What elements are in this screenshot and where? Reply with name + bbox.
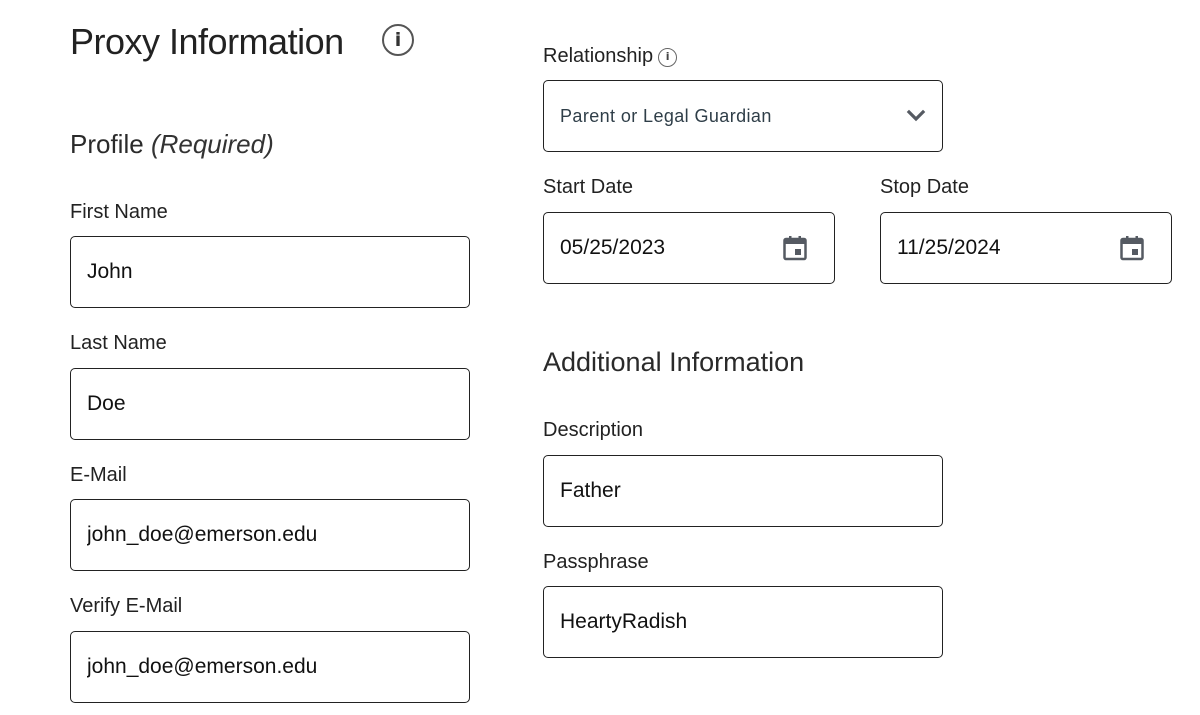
info-icon[interactable]: i <box>382 24 414 56</box>
last-name-input[interactable] <box>71 369 469 439</box>
description-field[interactable] <box>543 455 943 527</box>
passphrase-input[interactable] <box>544 587 942 657</box>
verify-email-field[interactable] <box>70 631 470 703</box>
page-title: Proxy Information <box>70 21 344 62</box>
relationship-label-row: Relationship i <box>543 43 678 69</box>
profile-section-title: Profile (Required) <box>70 127 274 161</box>
passphrase-field[interactable] <box>543 586 943 658</box>
relationship-select[interactable]: Parent or Legal Guardian <box>543 80 943 152</box>
stop-date-label: Stop Date <box>880 176 969 198</box>
first-name-input[interactable] <box>71 237 469 307</box>
email-field[interactable] <box>70 499 470 571</box>
calendar-icon[interactable] <box>1119 235 1145 261</box>
additional-info-title: Additional Information <box>543 347 805 377</box>
chevron-down-icon[interactable] <box>906 109 926 123</box>
first-name-field[interactable] <box>70 236 470 308</box>
email-label: E-Mail <box>70 464 127 486</box>
stop-date-field[interactable] <box>880 212 1172 284</box>
start-date-field[interactable] <box>543 212 835 284</box>
relationship-label: Relationship <box>543 45 654 67</box>
profile-title: Profile <box>70 129 144 159</box>
description-label: Description <box>543 419 644 441</box>
info-icon[interactable]: i <box>658 48 678 67</box>
verify-email-input[interactable] <box>71 632 469 702</box>
last-name-label: Last Name <box>70 332 167 354</box>
first-name-label: First Name <box>70 201 168 223</box>
verify-email-label: Verify E-Mail <box>70 595 183 617</box>
required-note: (Required) <box>150 129 274 159</box>
start-date-label: Start Date <box>543 176 634 198</box>
last-name-field[interactable] <box>70 368 470 440</box>
email-input[interactable] <box>71 500 469 570</box>
description-input[interactable] <box>544 456 942 526</box>
relationship-selected-value: Parent or Legal Guardian <box>560 105 772 126</box>
passphrase-label: Passphrase <box>543 551 649 573</box>
calendar-icon[interactable] <box>782 235 808 261</box>
